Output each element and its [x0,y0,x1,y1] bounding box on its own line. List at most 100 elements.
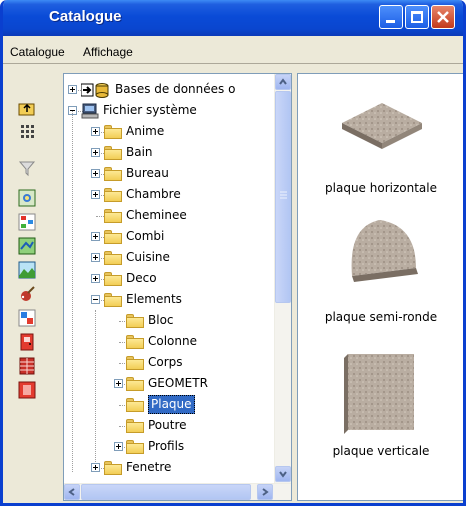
tree-node-label: Profils [148,439,185,453]
tree-node[interactable]: Bureau [64,164,274,183]
stop-icon[interactable] [18,381,36,399]
image-icon[interactable] [18,189,36,207]
expand-icon[interactable] [91,232,100,241]
scroll-right-button[interactable] [257,484,273,500]
tree-node-label: Corps [148,355,183,369]
expand-icon[interactable] [91,169,100,178]
tree-horizontal-scrollbar[interactable] [64,483,291,500]
menu-catalogue[interactable]: Catalogue [10,45,65,59]
door-icon[interactable] [18,333,36,351]
folder-icon [126,440,144,454]
tree-vertical-scrollbar[interactable] [274,74,291,483]
maximize-button[interactable] [405,5,429,29]
window-icon[interactable] [18,357,36,375]
folder-icon [126,335,144,349]
folder-icon [104,146,122,160]
expand-icon[interactable] [114,442,123,451]
folder-icon [126,419,144,433]
tree-node-label: Fichier système [103,103,197,117]
folder-icon [104,461,122,475]
tree-node-label: Cheminee [126,208,187,222]
tree-node[interactable]: Cheminee [64,206,274,225]
tree-node-label: Anime [126,124,165,138]
expand-icon[interactable] [91,127,100,136]
grip-icon [280,191,287,199]
map-icon[interactable] [18,237,36,255]
chevron-left-icon [68,488,75,496]
minimize-button[interactable] [379,5,403,29]
tree-node-label: GEOMETR [148,376,208,390]
tree-node-label: Bases de données o [115,82,236,96]
folder-icon [126,377,144,391]
h-scroll-thumb[interactable] [81,484,251,500]
tree-node[interactable]: Combi [64,227,274,246]
landscape-icon[interactable] [18,261,36,279]
preview-item[interactable]: plaque horizontale [298,79,463,199]
menu-affichage[interactable]: Affichage [83,45,133,59]
item-label: plaque semi-ronde [324,310,438,324]
tree-node[interactable]: Anime [64,122,274,141]
expand-icon[interactable] [68,85,77,94]
tree-node-label: Deco [126,271,157,285]
chevron-up-icon [279,78,287,85]
expand-icon[interactable] [91,463,100,472]
scroll-down-button[interactable] [275,466,291,482]
chevron-right-icon [262,488,269,496]
expand-icon[interactable] [114,379,123,388]
folder-icon [104,251,122,265]
menu-bar: Catalogue Affichage [3,36,463,64]
plaque-semi-round-icon [351,220,418,282]
minimize-icon [386,20,395,23]
folder-tree[interactable]: Bases de données o Fichier système Anime Ba… [63,73,292,501]
scroll-thumb[interactable] [275,91,291,303]
expand-icon[interactable] [91,148,100,157]
database-icon [80,82,111,98]
tree-node[interactable]: Chambre [64,185,274,204]
filter-icon[interactable] [18,159,36,177]
expand-icon[interactable] [91,190,100,199]
tree-node-label: Elements [126,292,182,306]
folder-up-icon[interactable] [18,99,36,117]
tree-node-label: Chambre [126,187,181,201]
folder-icon [104,230,122,244]
folder-icon [126,398,144,412]
expand-icon[interactable] [91,274,100,283]
close-icon [437,11,449,23]
window-title: Catalogue [49,8,122,25]
folder-icon [104,188,122,202]
item-label: plaque horizontale [325,181,437,195]
preview-item[interactable]: plaque verticale [298,342,463,472]
preview-item[interactable]: plaque semi-ronde [298,206,463,326]
paint-icon[interactable] [18,285,36,303]
tree-view-icon[interactable] [18,213,36,231]
tree-guide-line [95,310,97,462]
catalogue-window: Catalogue Catalogue Affichage Bases de d… [0,0,466,506]
title-bar[interactable]: Catalogue [3,0,463,36]
vertical-toolbar [7,70,49,500]
folder-icon [126,314,144,328]
plaque-horizontal-icon [342,103,422,149]
computer-icon [81,103,99,119]
folder-icon [104,209,122,223]
tree-node-label: Poutre [148,418,187,432]
plaque-vertical-icon [344,354,414,434]
tree-node[interactable]: Fichier système [64,101,274,120]
folder-icon [104,167,122,181]
scroll-up-button[interactable] [275,74,291,90]
scroll-left-button[interactable] [64,484,80,500]
preview-pane: plaque horizontale plaque semi-ronde pla… [297,73,463,501]
close-button[interactable] [431,5,455,29]
tree-node[interactable]: Deco [64,269,274,288]
expand-icon[interactable] [91,253,100,262]
collapse-icon[interactable] [91,295,100,304]
move-icon[interactable] [18,309,36,327]
tree-node-label: Bloc [148,313,174,327]
tree-node[interactable]: Cuisine [64,248,274,267]
grid-icon[interactable] [18,123,36,141]
tree-node-label: Combi [126,229,165,243]
tree-node-label: Plaque [148,395,195,414]
tree-guide-line [72,111,74,472]
tree-node[interactable]: Bases de données o [64,80,274,99]
tree-node[interactable]: Elements [64,290,274,309]
tree-node[interactable]: Bain [64,143,274,162]
